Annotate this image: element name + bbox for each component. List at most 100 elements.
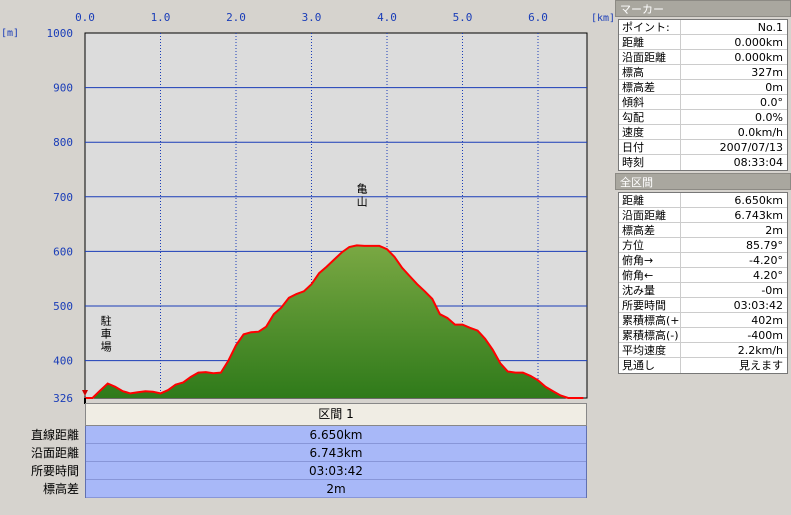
y-unit-label: [m]: [1, 28, 19, 39]
info-key: 沿面距離: [619, 208, 681, 222]
summary-value: 03:03:42: [86, 462, 586, 480]
x-tick-label: 1.0: [151, 11, 171, 24]
info-row: ポイント: No.1: [619, 20, 787, 35]
info-key: 標高: [619, 65, 681, 79]
info-value: 402m: [751, 314, 783, 327]
info-value: 327m: [751, 66, 783, 79]
section-header[interactable]: 区間 1: [85, 403, 587, 426]
info-key: 平均速度: [619, 343, 681, 357]
info-side-panel: マーカー ポイント: No.1 距離 0.000km 沿面距離 0.000km 標高 327m…: [615, 0, 791, 515]
info-row: 時刻 08:33:04: [619, 155, 787, 170]
info-row: 標高 327m: [619, 65, 787, 80]
x-unit-label: [km]: [591, 13, 615, 24]
info-key: 日付: [619, 140, 681, 154]
summary-label: 沿面距離: [30, 446, 79, 460]
info-key: 俯角→: [619, 253, 681, 267]
info-row: 方位 85.79°: [619, 238, 787, 253]
info-value: 0.000km: [734, 51, 783, 64]
info-value: -0m: [761, 284, 783, 297]
info-row: 沿面距離 6.743km: [619, 208, 787, 223]
info-value: 見えます: [739, 359, 783, 372]
total-info-table: 距離 6.650km 沿面距離 6.743km 標高差 2m 方位 85.79° 俯角→ -4.2…: [618, 192, 788, 374]
info-key: 標高差: [619, 223, 681, 237]
y-tick-label: 500: [53, 300, 73, 313]
info-row: 所要時間 03:03:42: [619, 298, 787, 313]
section-summary-values: 6.650km 6.743km 03:03:42 2m: [85, 426, 587, 498]
annotation-char: 亀: [357, 182, 368, 196]
summary-value: 6.650km: [86, 426, 586, 444]
info-key: 所要時間: [619, 298, 681, 312]
elevation-chart-svg[interactable]: 0.0 1.0 2.0 3.0 4.0 5.0 6.0 [km] 326 400 500 600 700…: [0, 0, 615, 405]
info-row: 累積標高(-) -400m: [619, 328, 787, 343]
x-tick-label: 2.0: [226, 11, 246, 24]
summary-value: 6.743km: [86, 444, 586, 462]
info-row: 標高差 0m: [619, 80, 787, 95]
info-key: 沈み量: [619, 283, 681, 297]
info-row: 勾配 0.0%: [619, 110, 787, 125]
summary-value: 2m: [86, 480, 586, 498]
info-key: ポイント:: [619, 20, 681, 34]
x-tick-label: 4.0: [377, 11, 397, 24]
y-tick-label: 1000: [47, 27, 74, 40]
annotation-char: 場: [101, 340, 112, 353]
info-value: 03:03:42: [733, 299, 783, 312]
info-key: 見通し: [619, 358, 681, 373]
info-value: No.1: [757, 21, 783, 34]
y-tick-label: 800: [53, 136, 73, 149]
info-row: 距離 6.650km: [619, 193, 787, 208]
info-row: 俯角→ -4.20°: [619, 253, 787, 268]
info-key: 傾斜: [619, 95, 681, 109]
marker-panel-title: マーカー: [615, 0, 791, 17]
info-key: 沿面距離: [619, 50, 681, 64]
info-value: 0.0%: [755, 111, 783, 124]
info-key: 距離: [619, 193, 681, 207]
info-key: 累積標高(-): [619, 328, 681, 342]
annotation-char: 山: [357, 196, 368, 209]
info-row: 累積標高(+) 402m: [619, 313, 787, 328]
info-key: 俯角←: [619, 268, 681, 282]
info-value: -4.20°: [749, 254, 783, 267]
info-value: 0m: [765, 81, 783, 94]
summary-label: 標高差: [42, 482, 79, 496]
info-row: 距離 0.000km: [619, 35, 787, 50]
info-value: 2.2km/h: [737, 344, 783, 357]
info-key: 勾配: [619, 110, 681, 124]
info-value: 6.650km: [734, 194, 783, 207]
info-value: 0.0°: [760, 96, 783, 109]
info-key: 方位: [619, 238, 681, 252]
info-row: 平均速度 2.2km/h: [619, 343, 787, 358]
info-value: 85.79°: [746, 239, 783, 252]
info-row: 傾斜 0.0°: [619, 95, 787, 110]
section-summary-labels: 直線距離 沿面距離 所要時間 標高差: [0, 426, 85, 498]
info-value: 2m: [765, 224, 783, 237]
info-value: 4.20°: [753, 269, 783, 282]
total-panel-title: 全区間: [615, 173, 791, 190]
x-tick-label: 0.0: [75, 11, 95, 24]
info-value: -400m: [747, 329, 783, 342]
info-row: 沈み量 -0m: [619, 283, 787, 298]
info-row: 見通し 見えます: [619, 358, 787, 373]
x-tick-label: 3.0: [302, 11, 322, 24]
info-row: 俯角← 4.20°: [619, 268, 787, 283]
info-value: 0.0km/h: [737, 126, 783, 139]
info-row: 標高差 2m: [619, 223, 787, 238]
info-value: 08:33:04: [733, 156, 783, 169]
info-key: 標高差: [619, 80, 681, 94]
x-tick-label: 5.0: [453, 11, 473, 24]
y-tick-label: 600: [53, 245, 73, 258]
y-tick-label: 400: [53, 355, 73, 368]
marker-info-table: ポイント: No.1 距離 0.000km 沿面距離 0.000km 標高 327m 標高差 0m…: [618, 19, 788, 171]
info-value: 6.743km: [734, 209, 783, 222]
info-row: 沿面距離 0.000km: [619, 50, 787, 65]
summary-label: 直線距離: [30, 428, 79, 442]
annotation-char: 車: [101, 326, 112, 340]
info-value: 2007/07/13: [719, 141, 783, 154]
info-value: 0.000km: [734, 36, 783, 49]
info-key: 累積標高(+): [619, 313, 681, 327]
info-key: 距離: [619, 35, 681, 49]
y-tick-label: 700: [53, 191, 73, 204]
y-tick-label: 326: [53, 392, 73, 405]
info-row: 速度 0.0km/h: [619, 125, 787, 140]
elevation-chart[interactable]: 0.0 1.0 2.0 3.0 4.0 5.0 6.0 [km] 326 400 500 600 700…: [0, 0, 615, 405]
info-row: 日付 2007/07/13: [619, 140, 787, 155]
